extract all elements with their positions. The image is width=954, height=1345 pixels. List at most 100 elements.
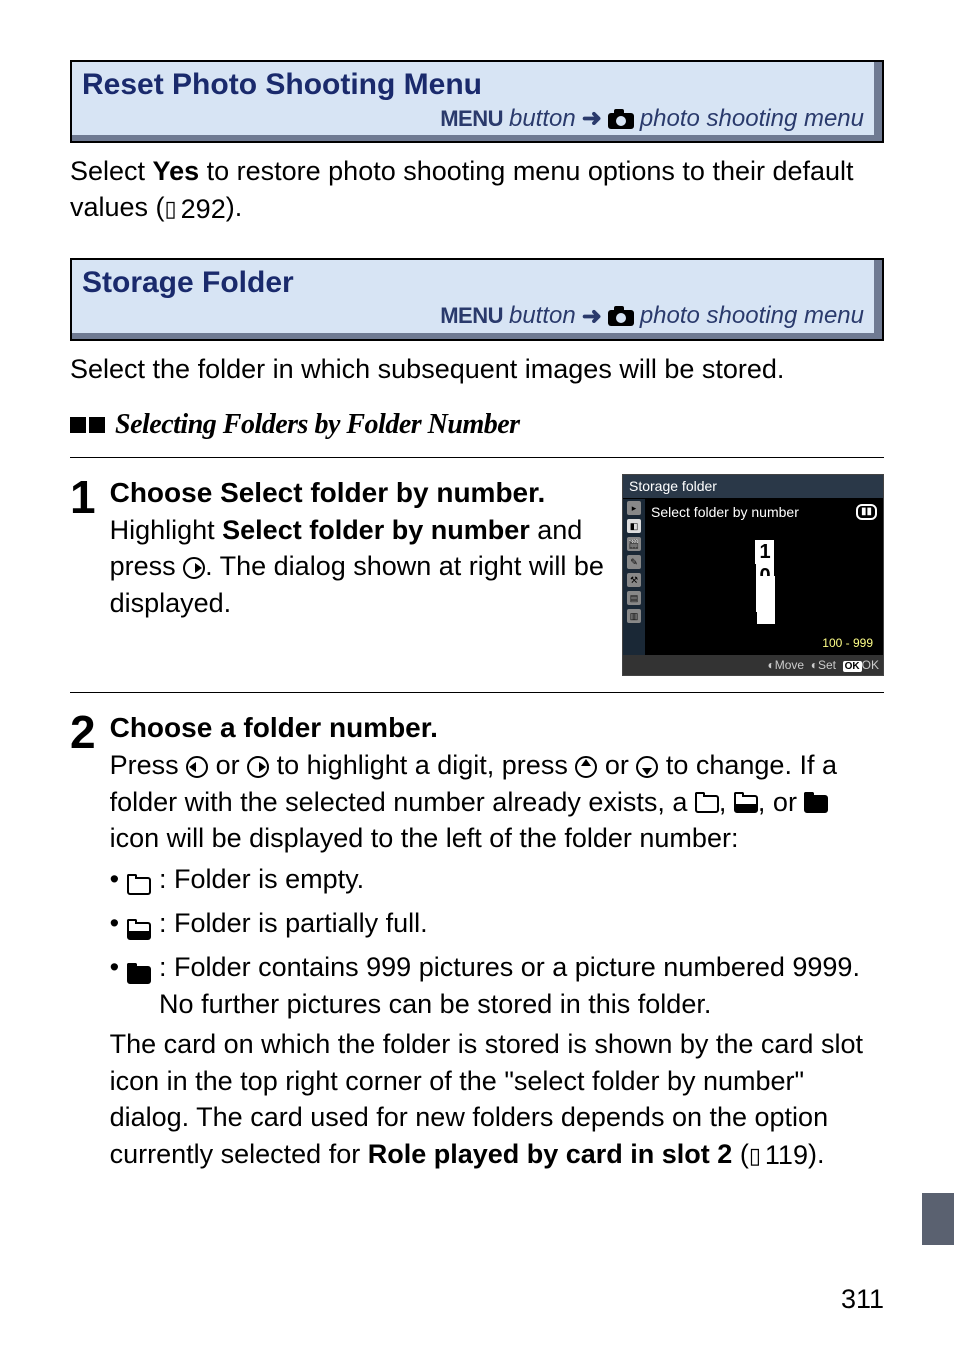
bullet-icon: • bbox=[110, 861, 119, 897]
move-label: Move bbox=[775, 658, 804, 672]
screenshot-range: 100 - 999 bbox=[651, 635, 877, 651]
menu-name: photo shooting menu bbox=[640, 302, 864, 330]
section-title-storage: Storage Folder bbox=[82, 266, 864, 300]
text: or bbox=[597, 750, 636, 780]
dpad-right-icon bbox=[183, 557, 205, 579]
text: Press bbox=[110, 750, 187, 780]
bullet-icon: • bbox=[110, 949, 119, 985]
text: icon will be displayed to the left of th… bbox=[110, 823, 739, 853]
text: ( bbox=[732, 1139, 749, 1169]
subheading: Selecting Folders by Folder Number bbox=[70, 409, 884, 441]
folder-empty-icon bbox=[695, 795, 719, 813]
section-box-storage: Storage Folder MENU button ➜ photo shoot… bbox=[70, 258, 884, 341]
page-ref: ▯292 bbox=[165, 191, 226, 227]
screenshot-bottom: ◐Move ◐Set OKOK bbox=[623, 655, 883, 676]
page-ref: ▯119 bbox=[749, 1137, 808, 1173]
dpad-up-icon bbox=[575, 756, 597, 778]
set-icon: ◐ bbox=[811, 658, 818, 672]
screenshot-subtitle: Select folder by number bbox=[651, 503, 799, 522]
folder-partial-icon bbox=[734, 795, 758, 813]
book-icon: ▯ bbox=[165, 198, 177, 220]
step1-title: Choose Select folder by number. bbox=[110, 477, 546, 508]
dpad-down-icon bbox=[636, 756, 658, 778]
side-tab bbox=[922, 1193, 954, 1245]
step1-text: Choose Select folder by number. Highligh… bbox=[110, 474, 604, 621]
menu-name: photo shooting menu bbox=[640, 105, 864, 133]
divider bbox=[70, 457, 884, 458]
ref-num: 292 bbox=[181, 191, 226, 227]
section-sub-storage: MENU button ➜ photo shooting menu bbox=[82, 302, 864, 331]
folder-full-icon bbox=[804, 795, 828, 813]
text-bold: Select folder by number bbox=[222, 515, 530, 545]
list-item: • : Folder is empty. bbox=[110, 861, 884, 903]
list-item: • : Folder is partially full. bbox=[110, 905, 884, 947]
dpad-right-icon bbox=[247, 756, 269, 778]
camera-screenshot: Storage folder ▸ ◧ 🎬 ✎ ⚒ ▤ ▥ bbox=[622, 474, 884, 676]
step2-body: Choose a folder number. Press or to high… bbox=[110, 709, 884, 1173]
button-word: button bbox=[509, 105, 576, 133]
section-box-reset: Reset Photo Shooting Menu MENU button ➜ … bbox=[70, 60, 884, 143]
text: Choose bbox=[110, 477, 220, 508]
arrow-icon: ➜ bbox=[582, 104, 602, 133]
step-2: 2 Choose a folder number. Press or to hi… bbox=[70, 709, 884, 1173]
squares-icon bbox=[70, 417, 105, 433]
list-text: : Folder contains 999 pictures or a pict… bbox=[159, 949, 884, 1022]
subheading-text: Selecting Folders by Folder Number bbox=[115, 409, 520, 441]
text: ). bbox=[808, 1139, 825, 1169]
bullet-icon: • bbox=[110, 905, 119, 941]
text: Select bbox=[70, 156, 153, 186]
ref-num: 119 bbox=[765, 1137, 808, 1173]
slot-icon: ▮▮ bbox=[856, 504, 877, 520]
folder-partial-icon bbox=[127, 922, 151, 940]
arrow-icon: ➜ bbox=[582, 302, 602, 331]
screenshot-subtitle-row: Select folder by number ▮▮ bbox=[651, 503, 877, 522]
text: , or bbox=[758, 787, 805, 817]
step2-para2: The card on which the folder is stored i… bbox=[110, 1026, 884, 1174]
list-item: • : Folder contains 999 pictures or a pi… bbox=[110, 949, 884, 1022]
camera-icon bbox=[608, 109, 634, 129]
text-bold: Yes bbox=[153, 156, 200, 186]
folder-full-icon bbox=[127, 966, 151, 984]
step-1: 1 Choose Select folder by number. Highli… bbox=[70, 474, 884, 676]
folder-state-list: • : Folder is empty. • : Folder is parti… bbox=[110, 861, 884, 1023]
ok-badge: OK bbox=[843, 661, 862, 672]
move-icon: ◐ bbox=[767, 658, 774, 672]
step-number: 1 bbox=[70, 474, 96, 676]
tab-icon: ✎ bbox=[627, 555, 641, 569]
text: or bbox=[208, 750, 247, 780]
ok-label: OK bbox=[862, 658, 879, 672]
text: Highlight bbox=[110, 515, 223, 545]
tab-icon: ▤ bbox=[627, 591, 641, 605]
screenshot-title: Storage folder bbox=[623, 475, 883, 499]
text-bold: Select folder by number bbox=[220, 477, 537, 508]
reset-body: Select Yes to restore photo shooting men… bbox=[70, 153, 884, 228]
menu-button-label: MENU bbox=[440, 303, 503, 329]
text: to highlight a digit, press bbox=[269, 750, 575, 780]
page-number: 311 bbox=[841, 1284, 884, 1315]
book-icon: ▯ bbox=[749, 1145, 761, 1167]
section-title-reset: Reset Photo Shooting Menu bbox=[82, 68, 864, 102]
camera-icon bbox=[608, 306, 634, 326]
tab-icon-selected: ◧ bbox=[627, 519, 641, 533]
list-text: : Folder is empty. bbox=[159, 861, 884, 897]
digit: 1 bbox=[756, 540, 774, 564]
step-number: 2 bbox=[70, 709, 96, 1173]
text: , bbox=[719, 787, 734, 817]
section-sub-reset: MENU button ➜ photo shooting menu bbox=[82, 104, 864, 133]
tab-icon: 🎬 bbox=[627, 537, 641, 551]
set-label: Set bbox=[818, 658, 836, 672]
text: ). bbox=[226, 192, 243, 222]
tab-icon: ▥ bbox=[627, 609, 641, 623]
tab-icon: ▸ bbox=[627, 501, 641, 515]
text-bold: Role played by card in slot 2 bbox=[368, 1139, 733, 1169]
step2-title: Choose a folder number. bbox=[110, 709, 884, 747]
text: . bbox=[537, 477, 545, 508]
dpad-left-icon bbox=[186, 756, 208, 778]
screenshot-digits: 10▲1▼ bbox=[651, 540, 877, 611]
menu-button-label: MENU bbox=[440, 106, 503, 132]
tab-icon: ⚒ bbox=[627, 573, 641, 587]
storage-body: Select the folder in which subsequent im… bbox=[70, 351, 884, 387]
divider bbox=[70, 692, 884, 693]
button-word: button bbox=[509, 302, 576, 330]
folder-empty-icon bbox=[127, 877, 151, 895]
